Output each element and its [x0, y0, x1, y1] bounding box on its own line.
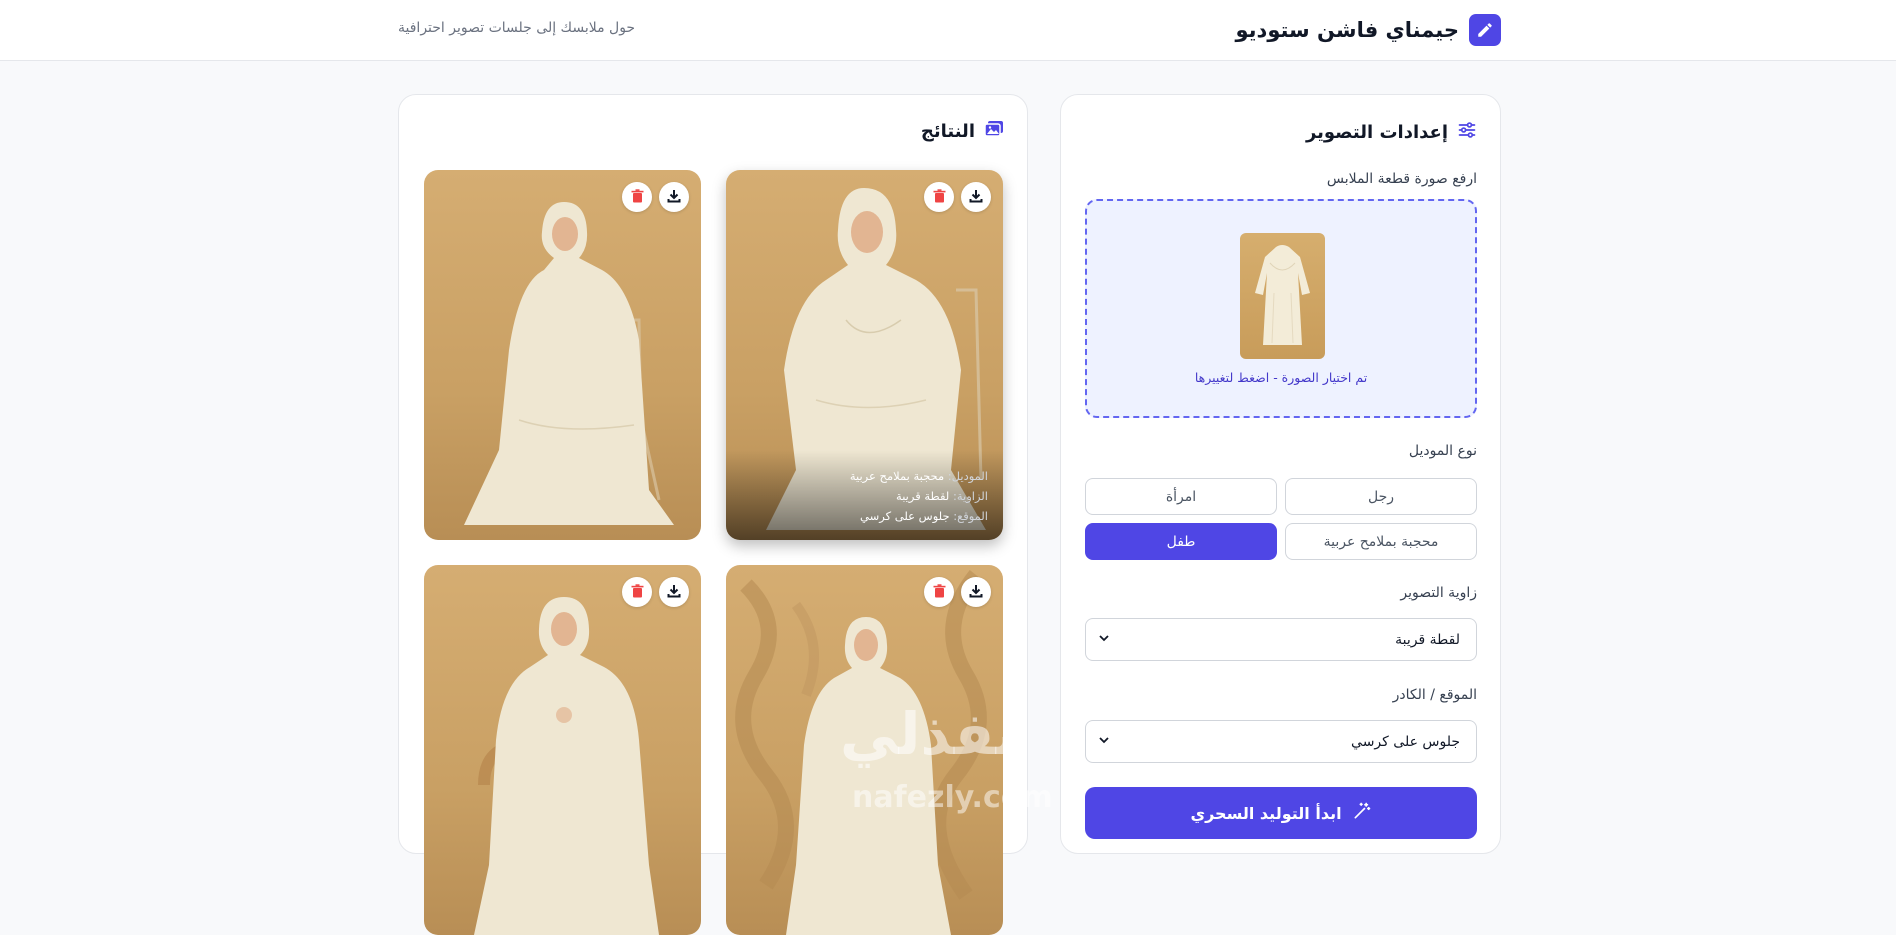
location-label: الموقع / الكادر	[1392, 687, 1477, 703]
sliders-icon	[1457, 120, 1477, 144]
result-image[interactable]	[424, 170, 701, 540]
trash-icon	[933, 188, 946, 207]
app-title: جيمناي فاشن ستوديو	[1235, 18, 1459, 42]
download-icon	[969, 188, 983, 207]
angle-select-value: لقطة قريبة	[1395, 631, 1460, 648]
angle-select[interactable]: لقطة قريبة	[1085, 618, 1477, 661]
brand: جيمناي فاشن ستوديو	[1235, 14, 1501, 46]
model-photo	[474, 597, 659, 935]
results-title: النتائج	[920, 120, 975, 142]
watermark: نفذلي	[840, 700, 1019, 768]
generate-label: ابدأ التوليد السحري	[1190, 803, 1342, 823]
download-icon	[667, 188, 681, 207]
model-option-woman[interactable]: امرأة	[1085, 478, 1277, 515]
meta-location: الموقع: جلوس على كرسي	[860, 509, 988, 523]
delete-button[interactable]	[622, 182, 652, 212]
upload-label: ارفع صورة قطعة الملابس	[1326, 171, 1477, 187]
tagline: حول ملابسك إلى جلسات تصوير احترافية	[398, 20, 636, 36]
delete-button[interactable]	[924, 182, 954, 212]
magic-wand-icon	[1352, 801, 1372, 825]
location-select[interactable]: جلوس على كرسي	[1085, 720, 1477, 763]
download-button[interactable]	[659, 577, 689, 607]
model-option-man[interactable]: رجل	[1285, 478, 1477, 515]
download-icon	[667, 583, 681, 602]
result-image[interactable]: الموديل: محجبة بملامح عربية الزاوية: لقط…	[726, 170, 1003, 540]
images-icon	[984, 120, 1004, 142]
download-button[interactable]	[659, 182, 689, 212]
download-button[interactable]	[961, 577, 991, 607]
model-photo	[464, 202, 674, 525]
download-button[interactable]	[961, 182, 991, 212]
location-select-value: جلوس على كرسي	[1351, 733, 1460, 750]
meta-model: الموديل: محجبة بملامح عربية	[849, 469, 988, 483]
model-option-hijabi[interactable]: محجبة بملامح عربية	[1285, 523, 1477, 560]
garment-thumbnail	[1240, 233, 1325, 359]
chevron-down-icon	[1098, 632, 1110, 648]
trash-icon	[631, 188, 644, 207]
trash-icon	[631, 583, 644, 602]
model-type-label: نوع الموديل	[1408, 443, 1477, 459]
model-option-child[interactable]: طفل	[1085, 523, 1277, 560]
results-header: النتائج	[921, 120, 1004, 142]
meta-angle: الزاوية: لقطة قريبة	[896, 489, 988, 503]
watermark-url: nafezly.com	[852, 780, 1053, 815]
generate-button[interactable]: ابدأ التوليد السحري	[1085, 787, 1477, 839]
chevron-down-icon	[1098, 734, 1110, 750]
upload-dropzone[interactable]: تم اختيار الصورة - اضغط لتغييرها	[1085, 199, 1477, 418]
result-image[interactable]	[424, 565, 701, 935]
settings-panel: إعدادات التصوير ارفع صورة قطعة الملابس ت…	[1060, 94, 1501, 854]
trash-icon	[933, 583, 946, 602]
download-icon	[969, 583, 983, 602]
angle-label: زاوية التصوير	[1400, 585, 1477, 601]
top-bar: جيمناي فاشن ستوديو حول ملابسك إلى جلسات …	[0, 0, 1896, 61]
delete-button[interactable]	[622, 577, 652, 607]
settings-header: إعدادات التصوير	[1306, 120, 1477, 144]
pencil-icon	[1469, 14, 1501, 46]
upload-hint: تم اختيار الصورة - اضغط لتغييرها	[1194, 370, 1368, 385]
settings-title: إعدادات التصوير	[1305, 121, 1448, 143]
delete-button[interactable]	[924, 577, 954, 607]
image-meta: الموديل: محجبة بملامح عربية الزاوية: لقط…	[850, 466, 988, 526]
